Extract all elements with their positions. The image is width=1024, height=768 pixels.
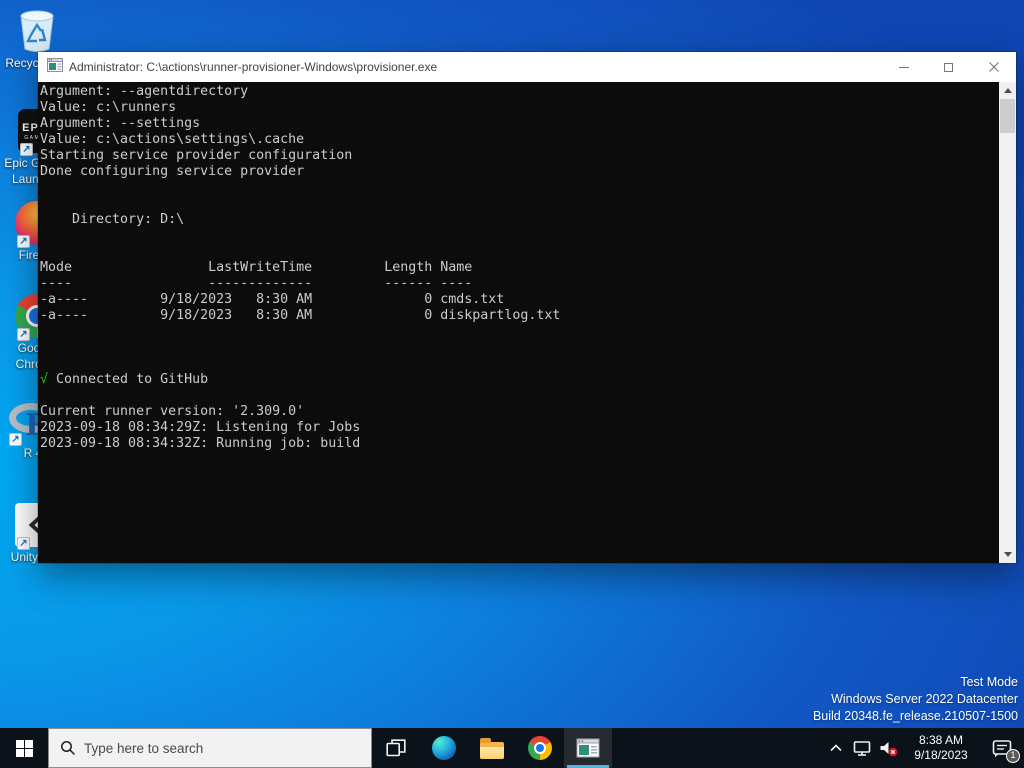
close-icon — [988, 62, 999, 72]
taskbar-chrome-button[interactable] — [516, 728, 564, 768]
minimize-button[interactable] — [881, 52, 926, 82]
window-titlebar[interactable]: Administrator: C:\actions\runner-provisi… — [38, 52, 1016, 82]
taskbar: 8:38 AM 9/18/2023 1 — [0, 728, 1024, 768]
window-title: Administrator: C:\actions\runner-provisi… — [69, 60, 438, 74]
chrome-icon — [528, 736, 552, 760]
recycle-bin-icon — [16, 8, 58, 54]
edge-icon — [432, 736, 456, 760]
shortcut-arrow-icon: ↗ — [20, 143, 33, 156]
system-info-build: Build 20348.fe_release.210507-1500 — [812, 709, 1018, 723]
console-scrollbar[interactable] — [999, 82, 1016, 563]
start-button[interactable] — [0, 728, 48, 768]
taskbar-search[interactable] — [48, 728, 372, 768]
console-body: Argument: --agentdirectory Value: c:\runn… — [38, 82, 1016, 563]
scrollbar-thumb[interactable] — [1000, 99, 1015, 133]
system-tray: 8:38 AM 9/18/2023 1 — [824, 728, 1024, 768]
system-info-mode: Test Mode — [960, 675, 1018, 689]
volume-muted-icon — [880, 741, 898, 756]
shortcut-arrow-icon: ↗ — [9, 433, 22, 446]
maximize-button[interactable] — [926, 52, 971, 82]
task-view-button[interactable] — [372, 728, 420, 768]
notification-badge: 1 — [1006, 749, 1020, 763]
close-button[interactable] — [971, 52, 1016, 82]
clock-time: 8:38 AM — [918, 733, 964, 747]
chevron-up-icon — [830, 744, 842, 752]
minimize-icon — [898, 66, 909, 68]
file-explorer-icon — [480, 737, 504, 759]
scroll-up-icon[interactable] — [999, 82, 1016, 99]
desktop: Recycle Bin EPIC GAMES ↗ Epic Games Laun… — [0, 0, 1024, 768]
shortcut-arrow-icon: ↗ — [17, 537, 30, 550]
console-app-icon — [576, 738, 600, 758]
search-icon — [61, 741, 76, 756]
action-center-button[interactable]: 1 — [980, 728, 1024, 768]
system-info: Test Mode Windows Server 2022 Datacenter… — [813, 674, 1018, 725]
windows-logo-icon — [15, 739, 33, 757]
tray-clock[interactable]: 8:38 AM 9/18/2023 — [902, 728, 980, 768]
scroll-down-icon[interactable] — [999, 546, 1016, 563]
taskbar-edge-button[interactable] — [420, 728, 468, 768]
console-window: Administrator: C:\actions\runner-provisi… — [38, 52, 1016, 563]
taskbar-file-explorer-button[interactable] — [468, 728, 516, 768]
taskbar-console-button[interactable] — [564, 728, 612, 768]
tray-show-hidden-button[interactable] — [824, 728, 848, 768]
maximize-icon — [944, 62, 953, 72]
console-app-icon — [47, 57, 63, 78]
clock-date: 9/18/2023 — [914, 748, 968, 762]
shortcut-arrow-icon: ↗ — [17, 235, 30, 248]
shortcut-arrow-icon: ↗ — [17, 328, 30, 341]
system-info-edition: Windows Server 2022 Datacenter — [831, 692, 1018, 706]
search-input[interactable] — [76, 740, 371, 756]
task-view-icon — [386, 739, 406, 757]
tray-network-button[interactable] — [848, 728, 875, 768]
network-icon — [853, 740, 870, 756]
tray-volume-button[interactable] — [875, 728, 902, 768]
console-output: Argument: --agentdirectory Value: c:\runn… — [40, 84, 561, 451]
